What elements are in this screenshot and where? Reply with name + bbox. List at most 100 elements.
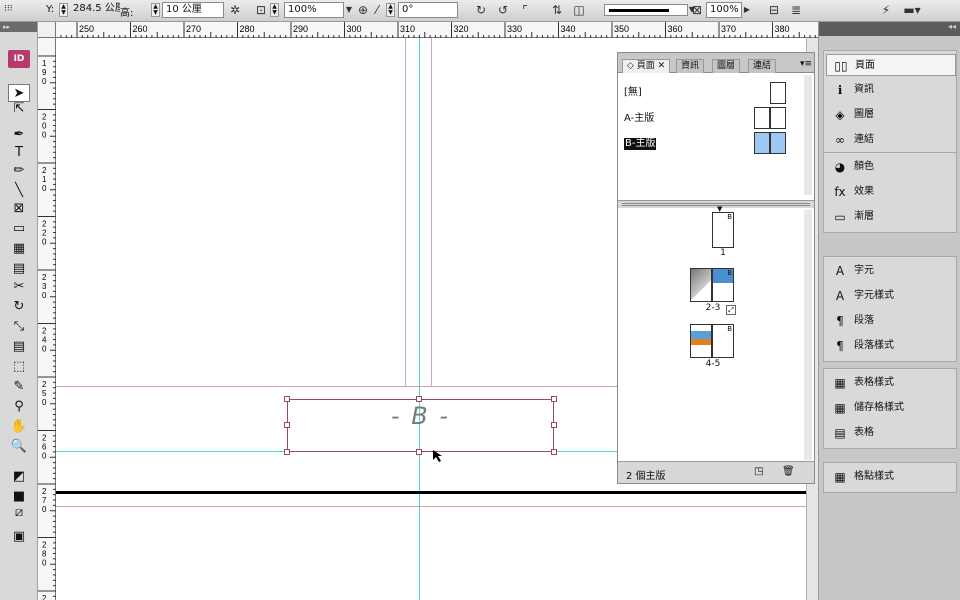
corner-options-icon[interactable]: ⌜: [516, 2, 534, 19]
text-frame[interactable]: - B -: [287, 399, 554, 452]
delete-page-icon[interactable]: 🗑: [782, 466, 795, 477]
dock-item[interactable]: ▦ 儲存格樣式: [826, 397, 956, 419]
opacity-arrow-icon[interactable]: ▶: [742, 2, 752, 19]
rotate-tool-icon[interactable]: ↻: [8, 298, 30, 316]
workspace-icon[interactable]: ▬▾: [900, 2, 924, 19]
y-stepper[interactable]: ▲ ▼: [59, 3, 68, 17]
handle-tm[interactable]: [416, 396, 422, 402]
table-tool-icon[interactable]: ▦: [8, 240, 30, 258]
panel-menu-icon[interactable]: ▾≡: [800, 59, 812, 69]
tab-pages[interactable]: ◇ 頁面 ✕: [622, 59, 671, 73]
rectangle-tool-icon[interactable]: ▭: [8, 220, 30, 238]
frame-fitting-icon[interactable]: ⊟: [766, 2, 782, 19]
scissors-tool-icon[interactable]: ✂: [8, 278, 30, 296]
direct-selection-tool-icon[interactable]: ⇱: [8, 100, 30, 118]
line-tool-icon[interactable]: ╲: [8, 182, 30, 200]
quick-apply-icon[interactable]: ⚡: [878, 2, 894, 19]
select-container-icon[interactable]: ◫: [570, 2, 588, 19]
master-none[interactable]: [無]: [624, 87, 642, 99]
master-b-thumb-right[interactable]: [770, 132, 786, 154]
scale-field[interactable]: 100%: [284, 2, 344, 18]
master-a-thumb-left[interactable]: [754, 107, 770, 129]
master-b[interactable]: B-主版: [624, 138, 657, 150]
link-icon[interactable]: ⊕: [356, 2, 370, 19]
master-none-thumb[interactable]: [770, 82, 786, 104]
page-5-thumb[interactable]: B: [712, 324, 734, 358]
fill-stroke-icon[interactable]: ◩: [8, 468, 30, 486]
dock-header[interactable]: ◂◂: [819, 22, 960, 36]
reference-point-icon[interactable]: ⁝⁝⁝: [4, 4, 13, 14]
page-1-thumb[interactable]: B: [712, 212, 734, 248]
rotation-field[interactable]: 0°: [398, 2, 458, 18]
masters-scrollbar[interactable]: [804, 75, 812, 195]
zoom-tool-icon[interactable]: 🔍: [8, 438, 30, 456]
dock-item[interactable]: ▦ 表格樣式: [826, 372, 956, 394]
type-tool-icon[interactable]: T: [8, 144, 30, 162]
pencil-tool-icon[interactable]: ✏: [8, 162, 30, 180]
handle-tr[interactable]: [551, 396, 557, 402]
handle-ml[interactable]: [284, 422, 290, 428]
page-4-thumb[interactable]: [690, 324, 712, 358]
free-transform-tool-icon[interactable]: ⬚: [8, 358, 30, 376]
handle-br[interactable]: [551, 449, 557, 455]
handle-mr[interactable]: [551, 422, 557, 428]
master-b-thumb-left[interactable]: [754, 132, 770, 154]
dock-item[interactable]: ℹ 資訊: [826, 79, 956, 101]
tab-info[interactable]: 資訊: [676, 59, 705, 73]
handle-bl[interactable]: [284, 449, 290, 455]
scale-stepper[interactable]: ▲ ▼: [270, 3, 279, 17]
rectangle-frame-tool-icon[interactable]: ⊠: [8, 200, 30, 218]
dock-item[interactable]: ∞ 連結: [826, 129, 956, 151]
constrain-proportions-icon[interactable]: ✲: [228, 2, 242, 19]
vertical-ruler[interactable]: 190200210220230240250260270280290: [38, 38, 56, 600]
frame-text[interactable]: - B -: [288, 400, 553, 432]
stroke-type-dropdown[interactable]: [604, 4, 688, 16]
dock-item[interactable]: ▤ 表格: [826, 422, 956, 444]
hand-tool-icon[interactable]: ✋: [8, 418, 30, 436]
h-field[interactable]: 10 公厘: [162, 2, 224, 18]
master-pages-list[interactable]: [無] A-主版 B-主版: [618, 73, 814, 201]
gradient-tool-icon[interactable]: ▤: [8, 338, 30, 356]
y-field[interactable]: 284.5 公厘: [70, 2, 120, 18]
dock-item[interactable]: ▭ 漸層: [826, 206, 956, 228]
opacity-field[interactable]: 100%: [706, 2, 742, 18]
align-icon[interactable]: ≣: [788, 2, 804, 19]
tab-links[interactable]: 連結: [748, 59, 777, 73]
dock-item[interactable]: ◈ 圖層: [826, 104, 956, 126]
scale-tool-icon[interactable]: ⤡: [8, 318, 30, 336]
dock-item[interactable]: ▦ 格點樣式: [826, 466, 956, 488]
handle-bm[interactable]: [416, 449, 422, 455]
pages-scrollbar[interactable]: [804, 210, 812, 460]
dock-item[interactable]: ◕ 顏色: [826, 156, 956, 178]
dock-item[interactable]: ▯▯ 頁面: [826, 54, 956, 76]
dock-item[interactable]: fx 效果: [826, 181, 956, 203]
rotate-ccw-icon[interactable]: ↺: [494, 2, 512, 19]
scale-dropdown-chevron-icon[interactable]: ▼: [344, 2, 354, 19]
master-a-thumb-right[interactable]: [770, 107, 786, 129]
dock-item[interactable]: A 字元樣式: [826, 285, 956, 307]
h-stepper[interactable]: ▲ ▼: [151, 3, 160, 17]
tab-layers[interactable]: 圖層: [712, 59, 741, 73]
page-3-thumb[interactable]: B: [712, 268, 734, 302]
master-a[interactable]: A-主版: [624, 113, 654, 125]
spread-rotate-icon[interactable]: ⤢: [726, 305, 736, 315]
note-tool-icon[interactable]: ✎: [8, 378, 30, 396]
eyedropper-tool-icon[interactable]: ⚲: [8, 398, 30, 416]
panel-divider[interactable]: [622, 203, 810, 206]
pen-tool-icon[interactable]: ✒: [8, 126, 30, 144]
dock-item[interactable]: ¶ 段落: [826, 310, 956, 332]
page-2-thumb[interactable]: [690, 268, 712, 302]
document-pages-list[interactable]: ▼ B 1 B 2-3 ⤢ B 4-5: [618, 205, 814, 462]
dock-item[interactable]: A 字元: [826, 260, 956, 282]
rotate-cw-icon[interactable]: ↻: [472, 2, 490, 19]
ruler-origin[interactable]: [38, 22, 56, 38]
handle-tl[interactable]: [284, 396, 290, 402]
view-mode-icon[interactable]: ▣: [8, 528, 30, 546]
flip-icon[interactable]: ⇅: [548, 2, 566, 19]
apply-none-icon[interactable]: ⧄: [8, 504, 30, 522]
horizontal-ruler[interactable]: 250 260 270 280 290 300 310 320 330 340 350 360 370 3…: [56, 22, 818, 38]
toolbox-header[interactable]: ▸▸: [0, 22, 37, 32]
dock-item[interactable]: ¶ 段落樣式: [826, 335, 956, 357]
rotation-stepper[interactable]: ▲ ▼: [386, 3, 395, 17]
grid-tool-icon[interactable]: ▤: [8, 260, 30, 278]
